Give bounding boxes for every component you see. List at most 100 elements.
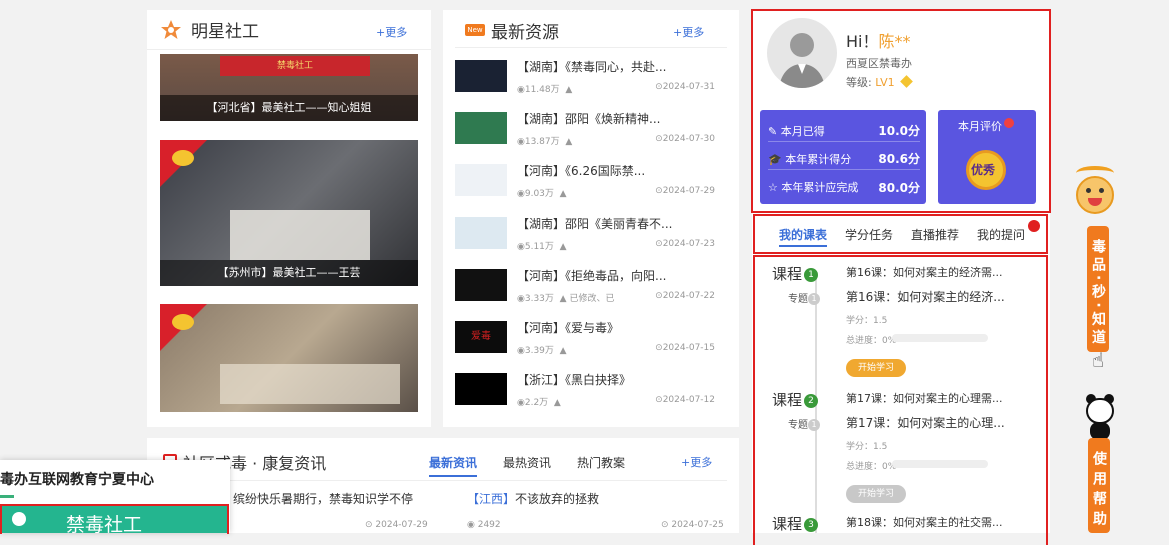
ribbon-decoration — [160, 140, 218, 198]
start-study-button[interactable]: 开始学习 — [846, 359, 906, 377]
resource-meta: ◉13.87万 ▲ — [517, 137, 573, 148]
popup-title: 毒办互联网教育宁夏中心 — [0, 472, 154, 488]
topic-label: 专题 1 — [788, 290, 820, 305]
resource-item[interactable]: 【河南】《6.26国际禁... ◉9.03万 ▲ ⊙2024-07-29 — [455, 162, 727, 212]
user-icon: ▲ — [559, 189, 567, 200]
bow-icon — [172, 150, 194, 166]
cow-eye — [1086, 188, 1091, 193]
anti-drug-social-button[interactable]: 禁毒社工 — [2, 506, 227, 533]
resource-item[interactable]: 【河南】《拒绝毒品，向阳... ◉3.33万 ▲ 已修改、已 ⊙2024-07-22 — [455, 267, 727, 317]
lesson-title[interactable]: 第17课：如何对案主的心理需... — [846, 390, 1003, 406]
table-area — [220, 364, 400, 404]
lesson-subtitle[interactable]: 第16课：如何对案主的经济... — [846, 288, 1005, 305]
progress-text: 总进度：0% — [846, 462, 897, 472]
bow-icon — [172, 314, 194, 330]
news-item-right[interactable]: 【江西】不该放弃的拯救 — [467, 490, 599, 507]
user-icon: ▲ — [565, 85, 573, 95]
eye-icon: ◉ — [517, 293, 525, 304]
resource-item[interactable]: 【湖南】邵阳《美丽青春不... ◉5.11万 ▲ ⊙2024-07-23 — [455, 215, 727, 265]
clock-icon: ⊙ — [655, 290, 663, 301]
course-label: 课程 3 — [772, 513, 819, 533]
resource-thumbnail: 爱毒 — [455, 321, 507, 353]
eval-badge-text: 优秀 — [971, 163, 996, 177]
card-header: New 最新资源 +更多 — [455, 10, 727, 48]
latest-resources-card: New 最新资源 +更多 【湖南】《禁毒同心，共赴... ◉11.48万 ▲ ⊙2… — [443, 10, 739, 427]
news-views-right: ◉ 2492 — [467, 520, 501, 530]
user-icon: ▲ — [559, 293, 567, 304]
drug-knowledge-banner[interactable]: 毒品·秒·知道 — [1087, 226, 1109, 352]
progress-bar — [892, 334, 988, 342]
more-link[interactable]: +更多 — [376, 24, 407, 40]
stat-month: ✎ 本月已得 10.0分 — [768, 120, 920, 142]
cow-face — [1076, 176, 1114, 214]
tab-hot-news[interactable]: 最热资讯 — [503, 454, 551, 471]
course-label: 课程 2 — [772, 389, 819, 410]
start-study-button[interactable]: 开始学习 — [846, 485, 906, 503]
more-link[interactable]: +更多 — [673, 24, 704, 40]
star-photo-2[interactable]: 【苏州市】最美社工——王芸 — [160, 140, 418, 286]
tab-credit-tasks[interactable]: 学分任务 — [845, 226, 893, 243]
red-banner: 禁毒社工 — [220, 56, 370, 76]
panda-face — [1086, 398, 1114, 424]
resource-title: 【湖南】邵阳《美丽青春不... — [517, 216, 673, 231]
resource-thumbnail — [455, 268, 507, 301]
resource-title: 【河南】《6.26国际禁... — [517, 164, 646, 179]
news-date-left: ⊙ 2024-07-29 — [365, 520, 428, 530]
photo-caption: 【苏州市】最美社工——王芸 — [160, 260, 418, 286]
star-icon — [161, 19, 181, 39]
resource-date: ⊙2024-07-31 — [655, 82, 715, 92]
topic-number-badge: 1 — [808, 419, 820, 431]
pencil-icon: ✎ — [768, 124, 778, 138]
resource-title: 【湖南】《禁毒同心，共赴... — [517, 60, 667, 74]
resource-title: 【湖南】邵阳《焕新精神... — [517, 112, 661, 127]
resource-thumbnail — [455, 373, 507, 406]
eye-icon: ◉ — [517, 137, 525, 148]
resource-thumbnail — [455, 164, 507, 197]
notification-dot — [1004, 118, 1014, 128]
tab-my-questions[interactable]: 我的提问 — [977, 226, 1025, 243]
lesson-subtitle[interactable]: 第17课：如何对案主的心理... — [846, 414, 1005, 431]
panda-mascot-icon[interactable] — [1082, 394, 1118, 442]
lesson-title[interactable]: 第18课：如何对案主的社交需... — [846, 514, 1003, 530]
eye-icon: ◉ — [517, 85, 525, 95]
resource-item[interactable]: 【浙江】《黑白抉择》 ◉2.2万 ▲ ⊙2024-07-12 — [455, 371, 727, 421]
clock-icon: ⊙ — [655, 82, 663, 92]
clock-icon: ⊙ — [655, 186, 663, 197]
user-level: 等级: LV1 — [846, 74, 914, 90]
help-banner[interactable]: 使用帮助 — [1088, 438, 1110, 533]
news-divider — [159, 480, 727, 481]
stat-complete: ☆ 本年累计应完成 80.0分 — [768, 180, 920, 195]
progress-text: 总进度：0% — [846, 336, 897, 346]
news-item-left[interactable]: 缤纷快乐暑期行，禁毒知识学不停 — [233, 490, 413, 507]
star-photo-1[interactable]: 禁毒社工 【河北省】最美社工——知心姐姐 — [160, 54, 418, 121]
cow-eye — [1099, 188, 1104, 193]
clock-icon: ⊙ — [655, 134, 663, 145]
lesson-title[interactable]: 第16课：如何对案主的经济需... — [846, 264, 1003, 280]
cow-mascot-icon[interactable] — [1072, 166, 1118, 226]
tab-live-recommend[interactable]: 直播推荐 — [911, 226, 959, 243]
tab-hot-lessons[interactable]: 热门教案 — [577, 454, 625, 471]
progress-bar — [892, 460, 988, 468]
resource-title: 【浙江】《黑白抉择》 — [517, 373, 632, 388]
credit-text: 学分：1.5 — [846, 442, 888, 452]
news-date-right: ⊙ 2024-07-25 — [661, 520, 724, 530]
tab-my-schedule[interactable]: 我的课表 — [779, 226, 828, 247]
resource-item[interactable]: 【湖南】邵阳《焕新精神... ◉13.87万 ▲ ⊙2024-07-30 — [455, 110, 727, 160]
button-label: 禁毒社工 — [66, 514, 143, 533]
diamond-icon — [900, 75, 914, 88]
resource-date: ⊙2024-07-12 — [655, 395, 715, 406]
resource-item[interactable]: 爱毒 【河南】《爱与毒》 ◉3.39万 ▲ ⊙2024-07-15 — [455, 319, 727, 369]
eye-icon: ◉ — [517, 189, 525, 200]
resource-item[interactable]: 【湖南】《禁毒同心，共赴... ◉11.48万 ▲ ⊙2024-07-31 — [455, 58, 727, 108]
tab-latest-news[interactable]: 最新资讯 — [429, 454, 478, 477]
eye-icon: ◉ — [517, 398, 525, 409]
avatar — [767, 18, 837, 88]
card-title: 最新资源 — [491, 23, 559, 43]
stats-box: ✎ 本月已得 10.0分 🎓 本年累计得分 80.6分 ☆ 本年累计应完成 80.0分 — [760, 110, 926, 204]
resource-meta: ◉3.33万 ▲ 已修改、已 — [517, 293, 615, 304]
graduation-cap-icon: 🎓 — [768, 152, 782, 166]
more-link[interactable]: +更多 — [681, 454, 712, 470]
resource-title: 【河南】《爱与毒》 — [517, 321, 620, 335]
star-photo-3[interactable] — [160, 304, 418, 412]
evaluation-box: 本月评价 优秀 — [938, 110, 1036, 204]
